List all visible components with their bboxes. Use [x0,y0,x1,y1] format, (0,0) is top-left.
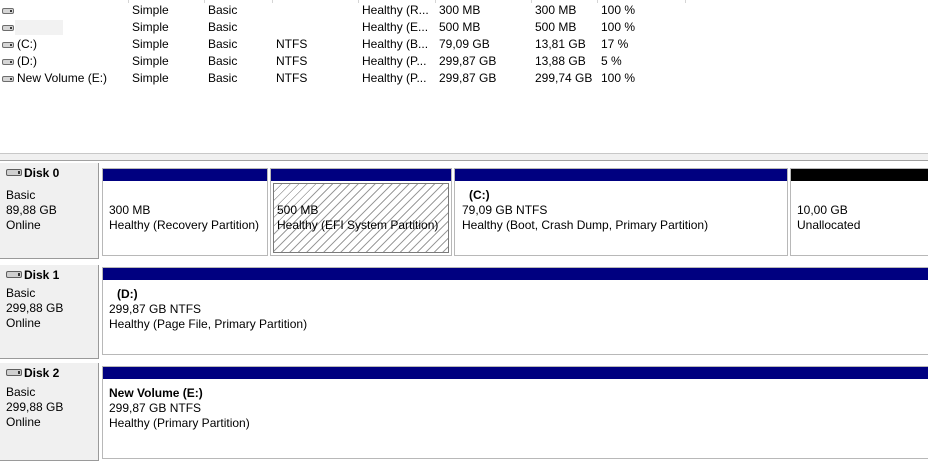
disk-state: Online [6,218,41,232]
disk-2-label[interactable]: Disk 2 Basic 299,88 GB Online [0,363,99,461]
volume-free-space: 13,88 GB [535,54,586,68]
volume-capacity: 299,87 GB [439,54,497,68]
partition-size: 79,09 GB NTFS [462,203,548,217]
volume-status: Healthy (P... [362,54,427,68]
partition-size: 10,00 GB [797,203,848,217]
volume-name: (C:) [17,37,37,51]
partition-label: (C:) [469,188,490,202]
row-focus-highlight [15,20,63,35]
partition-e[interactable]: New Volume (E:) 299,87 GB NTFS Healthy (… [102,366,928,459]
partition-size: 299,87 GB NTFS [109,401,202,415]
volume-layout: Simple [132,3,169,17]
disk-state: Online [6,415,41,429]
partition-bar [791,169,928,181]
volume-free-space: 300 MB [535,3,577,17]
volume-percent-free: 17 % [601,37,629,51]
volume-free-space: 299,74 GB [535,71,593,85]
volume-capacity: 300 MB [439,3,481,17]
volume-type: Basic [208,37,238,51]
disk-icon [6,169,22,176]
volume-capacity: 299,87 GB [439,71,497,85]
disk-type: Basic [6,385,36,399]
disk-title: Disk 2 [24,366,60,380]
partition-status: Healthy (Recovery Partition) [109,218,260,232]
partition-bar [103,169,267,181]
volume-name: (D:) [17,54,37,68]
volume-row[interactable]: (C:) Simple Basic NTFS Healthy (B... 79,… [0,36,928,53]
volume-file-system: NTFS [276,37,308,51]
partition-size: 299,87 GB NTFS [109,302,202,316]
disk-1-label[interactable]: Disk 1 Basic 299,88 GB Online [0,265,99,359]
partition-label: New Volume (E:) [109,386,203,400]
volume-row[interactable]: New Volume (E:) Simple Basic NTFS Health… [0,70,928,87]
volume-status: Healthy (E... [362,20,429,34]
volume-file-system: NTFS [276,54,308,68]
drive-icon [2,76,14,82]
disk-graphical-view: Disk 0 Basic 89,88 GB Online 300 MB Heal… [0,161,928,461]
volume-layout: Simple [132,20,169,34]
partition-bar [455,169,787,181]
volume-type: Basic [208,71,238,85]
volume-name: New Volume (E:) [17,71,108,85]
partition-efi-system[interactable]: 500 MB Healthy (EFI System Partition) [270,168,452,256]
disk-type: Basic [6,286,36,300]
partition-size: 500 MB [277,203,319,217]
disk-size: 299,88 GB [6,301,64,315]
partition-status: Healthy (Primary Partition) [109,416,250,430]
partition-status: Healthy (Boot, Crash Dump, Primary Parti… [462,218,709,232]
volume-type: Basic [208,3,238,17]
partition-d[interactable]: (D:) 299,87 GB NTFS Healthy (Page File, … [102,267,928,355]
volume-type: Basic [208,20,238,34]
volume-list: Simple Basic Healthy (R... 300 MB 300 MB… [0,0,928,153]
disk-state: Online [6,316,41,330]
volume-percent-free: 100 % [601,20,636,34]
partition-bar [271,169,451,181]
partition-c[interactable]: (C:) 79,09 GB NTFS Healthy (Boot, Crash … [454,168,788,256]
disk-0-label[interactable]: Disk 0 Basic 89,88 GB Online [0,163,99,259]
partition-status: Unallocated [797,218,861,232]
drive-icon [2,8,14,14]
volume-status: Healthy (P... [362,71,427,85]
volume-free-space: 500 MB [535,20,577,34]
disk-icon [6,271,22,278]
pane-splitter[interactable] [0,153,928,161]
partition-status: Healthy (Page File, Primary Partition) [109,317,308,331]
volume-row[interactable]: Simple Basic Healthy (E... 500 MB 500 MB… [0,19,928,36]
volume-percent-free: 100 % [601,3,636,17]
disk-type: Basic [6,188,36,202]
partition-bar [103,268,928,280]
disk-title: Disk 0 [24,166,60,180]
partition-unallocated[interactable]: 10,00 GB Unallocated [790,168,928,256]
volume-percent-free: 5 % [601,54,622,68]
volume-row[interactable]: Simple Basic Healthy (R... 300 MB 300 MB… [0,2,928,19]
disk-title: Disk 1 [24,268,60,282]
volume-status: Healthy (R... [362,3,429,17]
partition-size: 300 MB [109,203,151,217]
drive-icon [2,25,14,31]
volume-layout: Simple [132,54,169,68]
volume-type: Basic [208,54,238,68]
partition-recovery[interactable]: 300 MB Healthy (Recovery Partition) [102,168,268,256]
volume-percent-free: 100 % [601,71,636,85]
drive-icon [2,42,14,48]
volume-capacity: 500 MB [439,20,481,34]
volume-free-space: 13,81 GB [535,37,586,51]
disk-size: 299,88 GB [6,400,64,414]
volume-row[interactable]: (D:) Simple Basic NTFS Healthy (P... 299… [0,53,928,70]
disk-icon [6,369,22,376]
partition-status: Healthy (EFI System Partition) [277,218,439,232]
volume-status: Healthy (B... [362,37,429,51]
disk-size: 89,88 GB [6,203,57,217]
volume-layout: Simple [132,37,169,51]
partition-label: (D:) [117,287,138,301]
volume-file-system: NTFS [276,71,308,85]
partition-bar [103,367,928,379]
volume-layout: Simple [132,71,169,85]
volume-capacity: 79,09 GB [439,37,490,51]
drive-icon [2,59,14,65]
